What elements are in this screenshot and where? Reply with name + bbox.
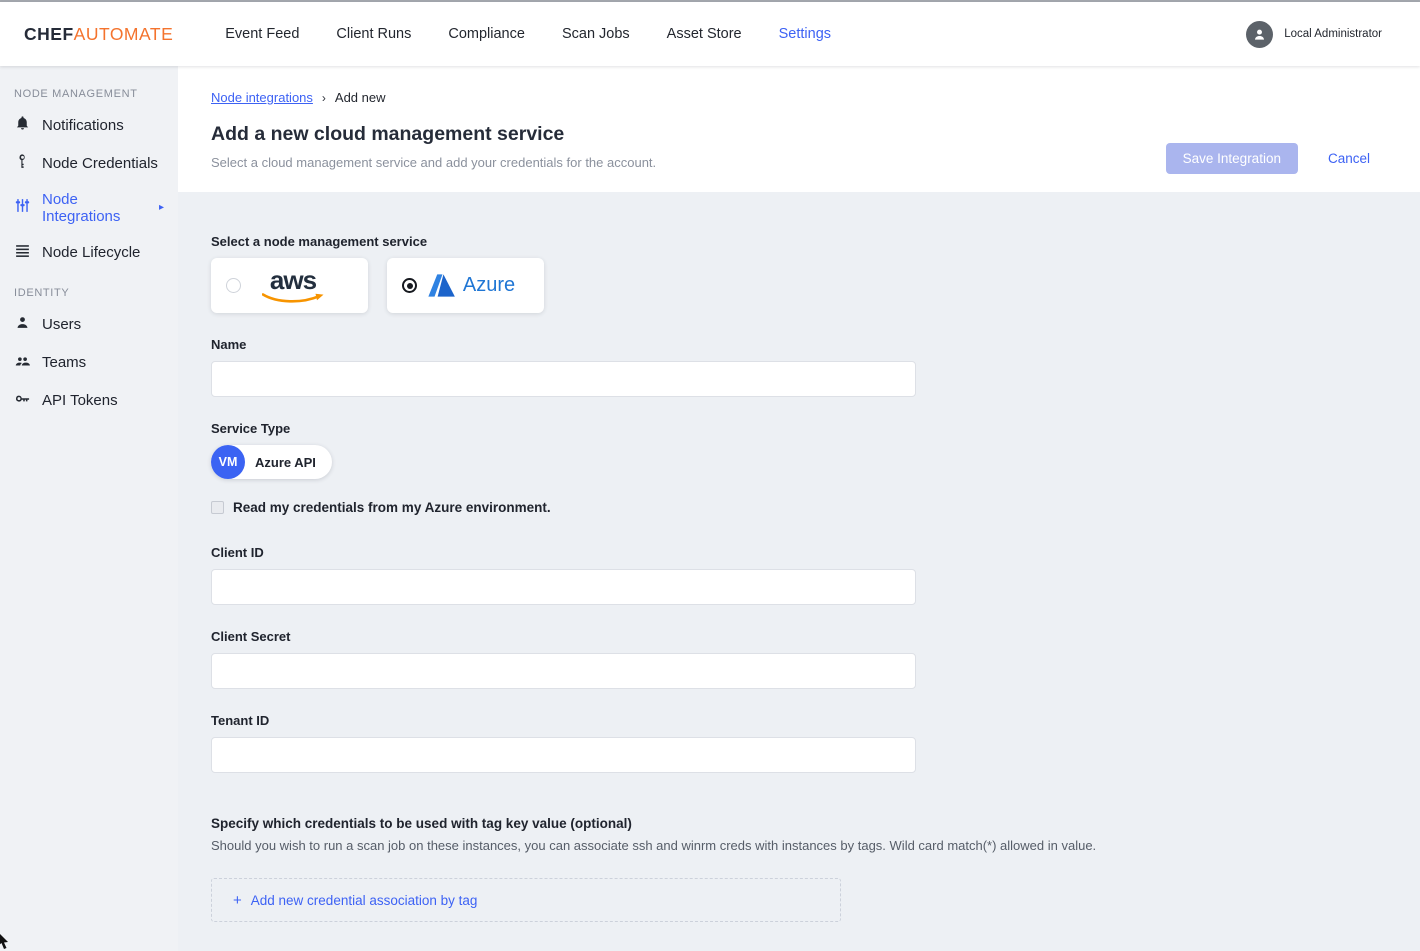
bell-icon	[14, 115, 31, 136]
plus-icon: +	[233, 892, 242, 909]
cancel-button[interactable]: Cancel	[1328, 151, 1370, 166]
sliders-icon	[14, 197, 31, 218]
logo-automate-text: AUTOMATE	[74, 24, 174, 45]
nav-asset-store[interactable]: Asset Store	[667, 26, 742, 42]
aws-service-card[interactable]: aws	[211, 258, 368, 313]
name-input[interactable]	[211, 361, 916, 397]
service-type-pill-label: Azure API	[245, 455, 332, 470]
settings-sidebar: NODE MANAGEMENT Notifications Node Crede…	[0, 66, 178, 951]
key-vertical-icon	[14, 153, 31, 174]
read-credentials-checkbox[interactable]	[211, 501, 224, 514]
tenant-id-field-block: Tenant ID	[211, 713, 1370, 773]
breadcrumb-current: Add new	[335, 90, 386, 105]
chef-automate-logo[interactable]: CHEFAUTOMATE	[24, 24, 173, 45]
logo-chef-text: CHEF	[24, 24, 74, 45]
sidebar-item-label: Node Credentials	[42, 155, 158, 172]
sidebar-section-node-management: NODE MANAGEMENT Notifications Node Crede…	[0, 80, 178, 271]
sidebar-item-label: Node Lifecycle	[42, 244, 140, 261]
user-name-label: Local Administrator	[1284, 28, 1382, 40]
nav-compliance[interactable]: Compliance	[448, 26, 525, 42]
sidebar-item-label: Node Integrations	[42, 191, 146, 225]
client-secret-input[interactable]	[211, 653, 916, 689]
tag-credentials-section: Specify which credentials to be used wit…	[211, 816, 1370, 922]
service-select-label: Select a node management service	[211, 234, 1370, 249]
breadcrumb-node-integrations-link[interactable]: Node integrations	[211, 90, 313, 105]
tenant-id-input[interactable]	[211, 737, 916, 773]
user-menu[interactable]: Local Administrator	[1246, 21, 1382, 48]
list-icon	[14, 242, 31, 263]
sidebar-item-label: Users	[42, 316, 81, 333]
save-integration-button[interactable]: Save Integration	[1166, 143, 1298, 174]
add-credential-association-label: Add new credential association by tag	[251, 893, 478, 908]
client-secret-field-block: Client Secret	[211, 629, 1370, 689]
service-type-block: Service Type VM Azure API	[211, 421, 1370, 479]
sidebar-item-node-credentials[interactable]: Node Credentials	[0, 144, 178, 182]
sidebar-item-label: Teams	[42, 354, 86, 371]
people-icon	[14, 352, 31, 373]
tenant-id-label: Tenant ID	[211, 713, 1370, 728]
azure-service-card[interactable]: Azure	[387, 258, 544, 313]
sidebar-section-identity: IDENTITY Users Teams API Tokens	[0, 279, 178, 419]
top-nav-bar: CHEFAUTOMATE Event Feed Client Runs Comp…	[0, 2, 1420, 66]
main-content: Node integrations › Add new Add a new cl…	[178, 66, 1420, 951]
sidebar-section-title: NODE MANAGEMENT	[0, 80, 178, 106]
sidebar-item-users[interactable]: Users	[0, 305, 178, 343]
azure-radio[interactable]	[402, 278, 417, 293]
name-field-block: Name	[211, 337, 1370, 397]
nav-scan-jobs[interactable]: Scan Jobs	[562, 26, 630, 42]
vm-badge: VM	[211, 445, 245, 479]
chef-automate-app: CHEFAUTOMATE Event Feed Client Runs Comp…	[0, 0, 1420, 951]
sidebar-section-title: IDENTITY	[0, 279, 178, 305]
add-credential-association-button[interactable]: + Add new credential association by tag	[211, 878, 841, 922]
page-header: Node integrations › Add new Add a new cl…	[178, 66, 1420, 192]
sidebar-item-notifications[interactable]: Notifications	[0, 106, 178, 144]
client-id-input[interactable]	[211, 569, 916, 605]
chevron-right-icon: ▸	[159, 202, 164, 213]
breadcrumb-separator-icon: ›	[322, 91, 326, 105]
service-type-pill[interactable]: VM Azure API	[211, 445, 332, 479]
breadcrumb: Node integrations › Add new	[211, 90, 1370, 105]
sidebar-item-label: Notifications	[42, 117, 124, 134]
nav-event-feed[interactable]: Event Feed	[225, 26, 299, 42]
top-nav-links: Event Feed Client Runs Compliance Scan J…	[225, 26, 831, 42]
aws-radio[interactable]	[226, 278, 241, 293]
client-id-label: Client ID	[211, 545, 1370, 560]
service-cards: aws Azure	[211, 258, 1370, 313]
name-label: Name	[211, 337, 1370, 352]
sidebar-item-api-tokens[interactable]: API Tokens	[0, 381, 178, 419]
tag-section-heading: Specify which credentials to be used wit…	[211, 816, 1370, 831]
sidebar-item-node-lifecycle[interactable]: Node Lifecycle	[0, 233, 178, 271]
user-avatar-icon	[1246, 21, 1273, 48]
person-icon	[14, 314, 31, 335]
page-actions: Save Integration Cancel	[1166, 143, 1370, 174]
client-secret-label: Client Secret	[211, 629, 1370, 644]
key-horizontal-icon	[14, 390, 31, 411]
azure-logo-icon: Azure	[427, 274, 519, 297]
sidebar-item-node-integrations[interactable]: Node Integrations ▸	[0, 182, 178, 233]
tag-section-description: Should you wish to run a scan job on the…	[211, 838, 1370, 853]
nav-client-runs[interactable]: Client Runs	[336, 26, 411, 42]
service-type-label: Service Type	[211, 421, 1370, 436]
read-credentials-label: Read my credentials from my Azure enviro…	[233, 500, 551, 515]
sidebar-item-label: API Tokens	[42, 392, 118, 409]
nav-settings[interactable]: Settings	[779, 26, 831, 42]
read-credentials-row: Read my credentials from my Azure enviro…	[211, 500, 1370, 515]
integration-form: Select a node management service aws	[178, 192, 1420, 951]
mouse-cursor-icon	[0, 932, 11, 951]
client-id-field-block: Client ID	[211, 545, 1370, 605]
aws-logo-icon: aws	[262, 267, 332, 305]
sidebar-item-teams[interactable]: Teams	[0, 343, 178, 381]
